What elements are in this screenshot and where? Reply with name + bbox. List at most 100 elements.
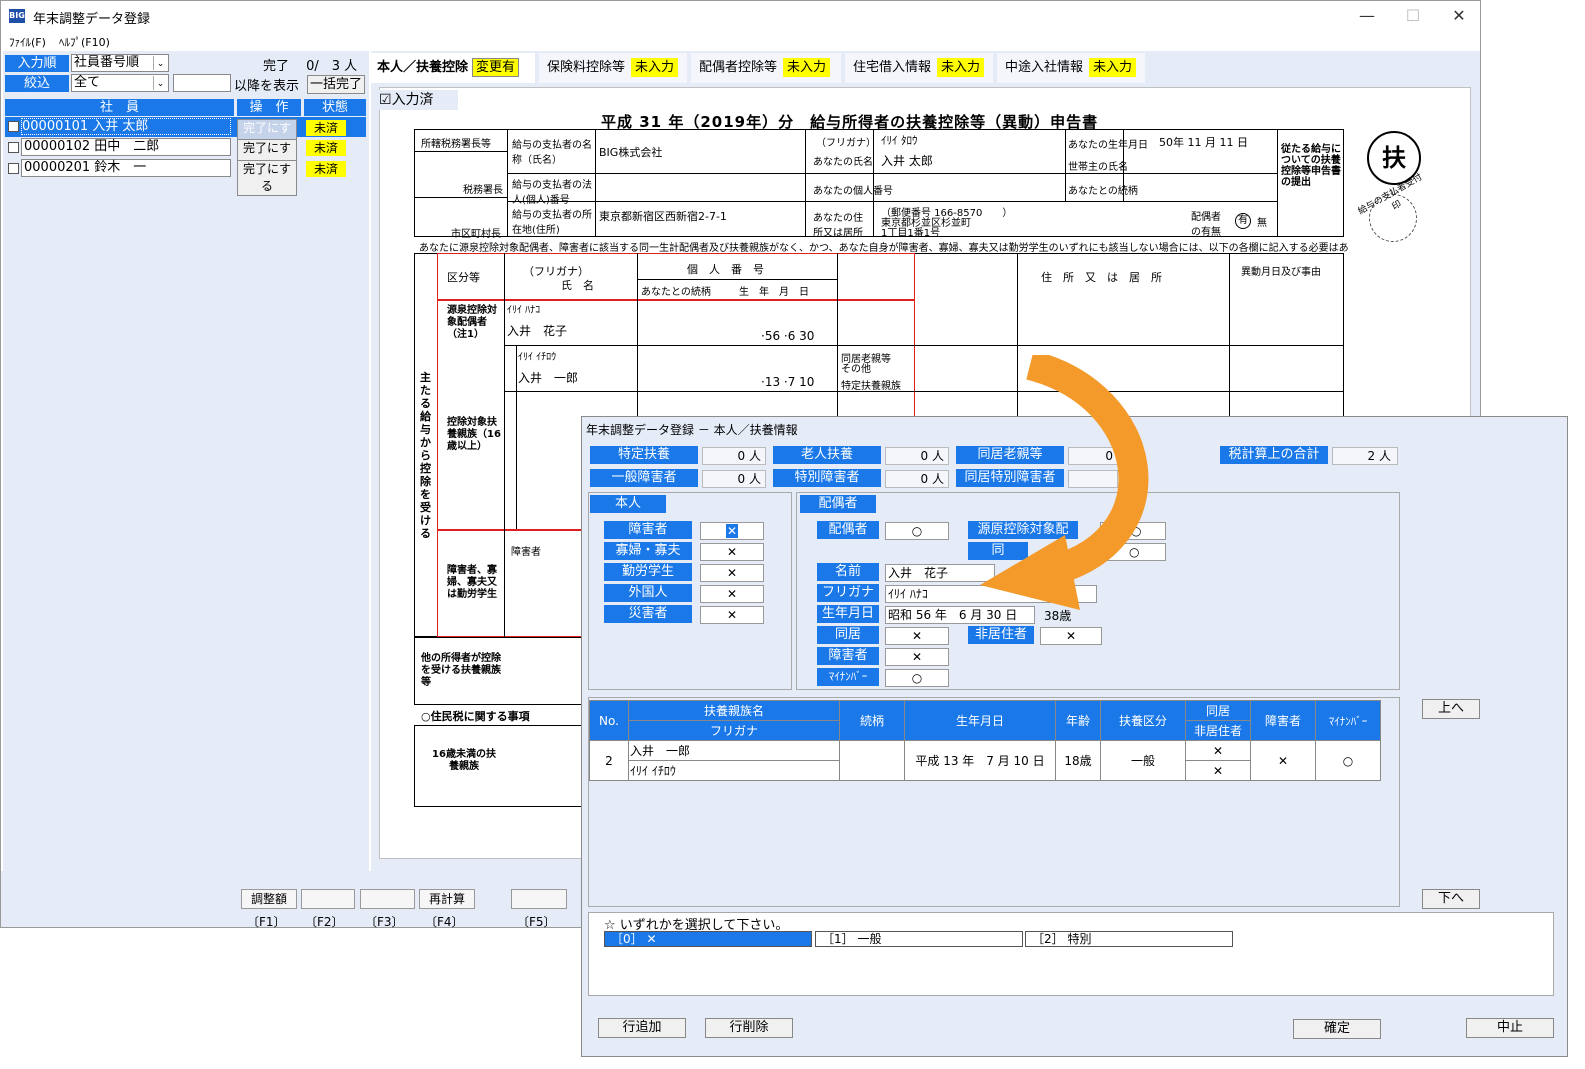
spouse-label: フリガナ	[817, 584, 879, 602]
f1-label: 〔F1〕	[247, 915, 286, 929]
f3-button[interactable]	[360, 889, 415, 909]
add-row-button[interactable]: 行追加	[598, 1018, 686, 1038]
spouse-title: 配偶者	[800, 495, 876, 513]
self-value[interactable]: ✕	[700, 585, 764, 603]
dependents-table: No. 扶養親族名 続柄 生年月日 年齢 扶養区分 同居 障害者 ﾏｲﾅﾝﾊﾞｰ…	[589, 700, 1381, 781]
col-birth: 生年月日	[904, 700, 1056, 741]
up-button[interactable]: 上へ	[1422, 699, 1480, 719]
menu-help[interactable]: ﾍﾙﾌﾟ(F10)	[59, 34, 110, 50]
employee-name[interactable]: 00000102 田中 二郎	[21, 138, 231, 156]
col-doukyo: 同居	[1185, 700, 1251, 721]
tab-spouse[interactable]: 配偶者控除等 未入力	[691, 53, 841, 83]
f2-button[interactable]	[301, 889, 355, 909]
spouse-disabled-value[interactable]: ✕	[885, 648, 949, 666]
tab-midyear[interactable]: 中途入社情報 未入力	[997, 53, 1145, 83]
kojin-header: 個 人 番 号	[687, 263, 764, 276]
form-line	[414, 151, 507, 152]
filter-label: 絞込	[5, 75, 69, 92]
tab-label: 配偶者控除等	[699, 60, 778, 75]
ok-button[interactable]: 確定	[1293, 1019, 1381, 1039]
sort-select[interactable]: 社員番号順 ⌄	[71, 54, 169, 72]
form-line	[638, 279, 838, 280]
spouse-mynumber-value[interactable]: ○	[885, 669, 949, 687]
spouse-doukyo-value[interactable]: ✕	[885, 627, 949, 645]
tax-office-label: 所轄税務署長等	[421, 139, 491, 150]
row-rel[interactable]	[839, 740, 905, 781]
minimize-icon[interactable]: —	[1344, 3, 1390, 29]
employee-name[interactable]: 00000201 鈴木 一	[21, 159, 231, 177]
payer-address: 東京都新宿区西新宿2-7-1	[599, 210, 727, 223]
bulk-complete-button[interactable]: 一括完了	[307, 75, 365, 94]
tab-insurance[interactable]: 保険料控除等 未入力	[539, 53, 687, 83]
row-age: 18歳	[1055, 740, 1101, 781]
option-2[interactable]: ［2］ 特別	[1025, 931, 1233, 947]
down-button[interactable]: 下へ	[1422, 889, 1480, 909]
tab-label: 中途入社情報	[1005, 60, 1084, 75]
summary-value: 0 人	[885, 447, 949, 465]
row-name[interactable]: 入井 一郎	[628, 740, 840, 761]
row-checkbox[interactable]	[8, 121, 19, 132]
payer-addr-label: 給与の支払者の所在地(住所)	[512, 210, 592, 236]
table-row[interactable]: 2 入井 一郎 平成 13 年 7 月 10 日 18歳 一般 ✕ ✕ ○	[589, 740, 1381, 781]
summary-label: 特別障害者	[773, 469, 881, 487]
row-doukyo[interactable]: ✕	[1185, 740, 1251, 761]
spouse-hikyo-value[interactable]: ✕	[1040, 627, 1102, 645]
tab-self-dependents[interactable]: 本人／扶養控除 変更有	[371, 53, 535, 83]
employee-name[interactable]: 00000101 入井 太郎	[21, 118, 231, 135]
special-label: 特定扶養親族	[841, 381, 901, 392]
row-checkbox[interactable]	[8, 142, 19, 153]
delete-row-button[interactable]: 行削除	[705, 1018, 793, 1038]
self-value: ✕	[725, 524, 739, 538]
payer-name: BIG株式会社	[599, 146, 663, 159]
row-kubun[interactable]: 一般	[1100, 740, 1186, 781]
your-name-label: あなたの氏名	[813, 157, 873, 168]
row-hikyo[interactable]: ✕	[1185, 760, 1251, 781]
spouse-birth: ·56 ·6 30	[761, 329, 815, 343]
tab-housing[interactable]: 住宅借入情報 未入力	[845, 53, 993, 83]
row-checkbox[interactable]	[8, 163, 19, 174]
spouse-no: 無	[1257, 218, 1267, 229]
menu-file[interactable]: ﾌｧｲﾙ(F)	[9, 34, 46, 50]
spouse-label: 同居	[817, 626, 879, 644]
self-label: 勤労学生	[604, 563, 692, 581]
f5-label: 〔F5〕	[517, 915, 556, 929]
kubun-header: 区分等	[447, 271, 480, 284]
self-value[interactable]: ✕	[700, 543, 764, 561]
dep1-furigana: ｲﾘｲ ｲﾁﾛｳ	[518, 352, 557, 363]
option-0[interactable]: ［0］ ✕	[604, 931, 812, 947]
summary-value: 0 人	[702, 470, 766, 488]
col-kubun: 扶養区分	[1100, 700, 1186, 741]
close-icon[interactable]: ✕	[1436, 3, 1482, 29]
chevron-down-icon: ⌄	[153, 56, 167, 70]
maximize-icon[interactable]: ☐	[1390, 3, 1436, 29]
city-chief-label: 市区町村長	[451, 229, 501, 240]
spouse-label: ﾏｲﾅﾝﾊﾞｰ	[817, 668, 879, 686]
row-birth[interactable]: 平成 13 年 7 月 10 日	[904, 740, 1056, 781]
recalc-button[interactable]: 再計算	[419, 889, 475, 909]
self-value[interactable]: ✕	[700, 606, 764, 624]
filter-select[interactable]: 全て ⌄	[71, 74, 169, 92]
option-1[interactable]: ［1］ 一般	[815, 931, 1023, 947]
input-done-checkbox[interactable]: ☑入力済	[376, 90, 458, 110]
adjust-button[interactable]: 調整額	[241, 889, 297, 909]
row-mynumber[interactable]: ○	[1315, 740, 1381, 781]
row-disabled[interactable]: ✕	[1250, 740, 1316, 781]
filter-input[interactable]	[173, 74, 231, 92]
filter-suffix: 以降を表示	[234, 79, 300, 94]
col-name: 扶養親族名	[628, 700, 840, 721]
form-line	[507, 129, 508, 237]
form-line	[504, 391, 1344, 392]
your-name-value: 入井 太郎	[881, 154, 933, 168]
self-disabled-value[interactable]: ✕	[700, 522, 764, 540]
form-line	[805, 129, 806, 237]
spouse-exists-value[interactable]: ○	[885, 522, 949, 540]
spouse-label: 配偶者	[817, 521, 879, 539]
col-disabled: 障害者	[1250, 700, 1316, 741]
cancel-button[interactable]: 中止	[1466, 1018, 1554, 1038]
my-number-label: あなたの個人番号	[813, 186, 893, 197]
row-furigana[interactable]: ｲﾘｲ ｲﾁﾛｳ	[628, 760, 840, 781]
self-value[interactable]: ✕	[700, 564, 764, 582]
complete-button[interactable]: 完了にする	[237, 160, 297, 196]
f5-button[interactable]	[511, 889, 567, 909]
title-bar	[1, 1, 1480, 31]
